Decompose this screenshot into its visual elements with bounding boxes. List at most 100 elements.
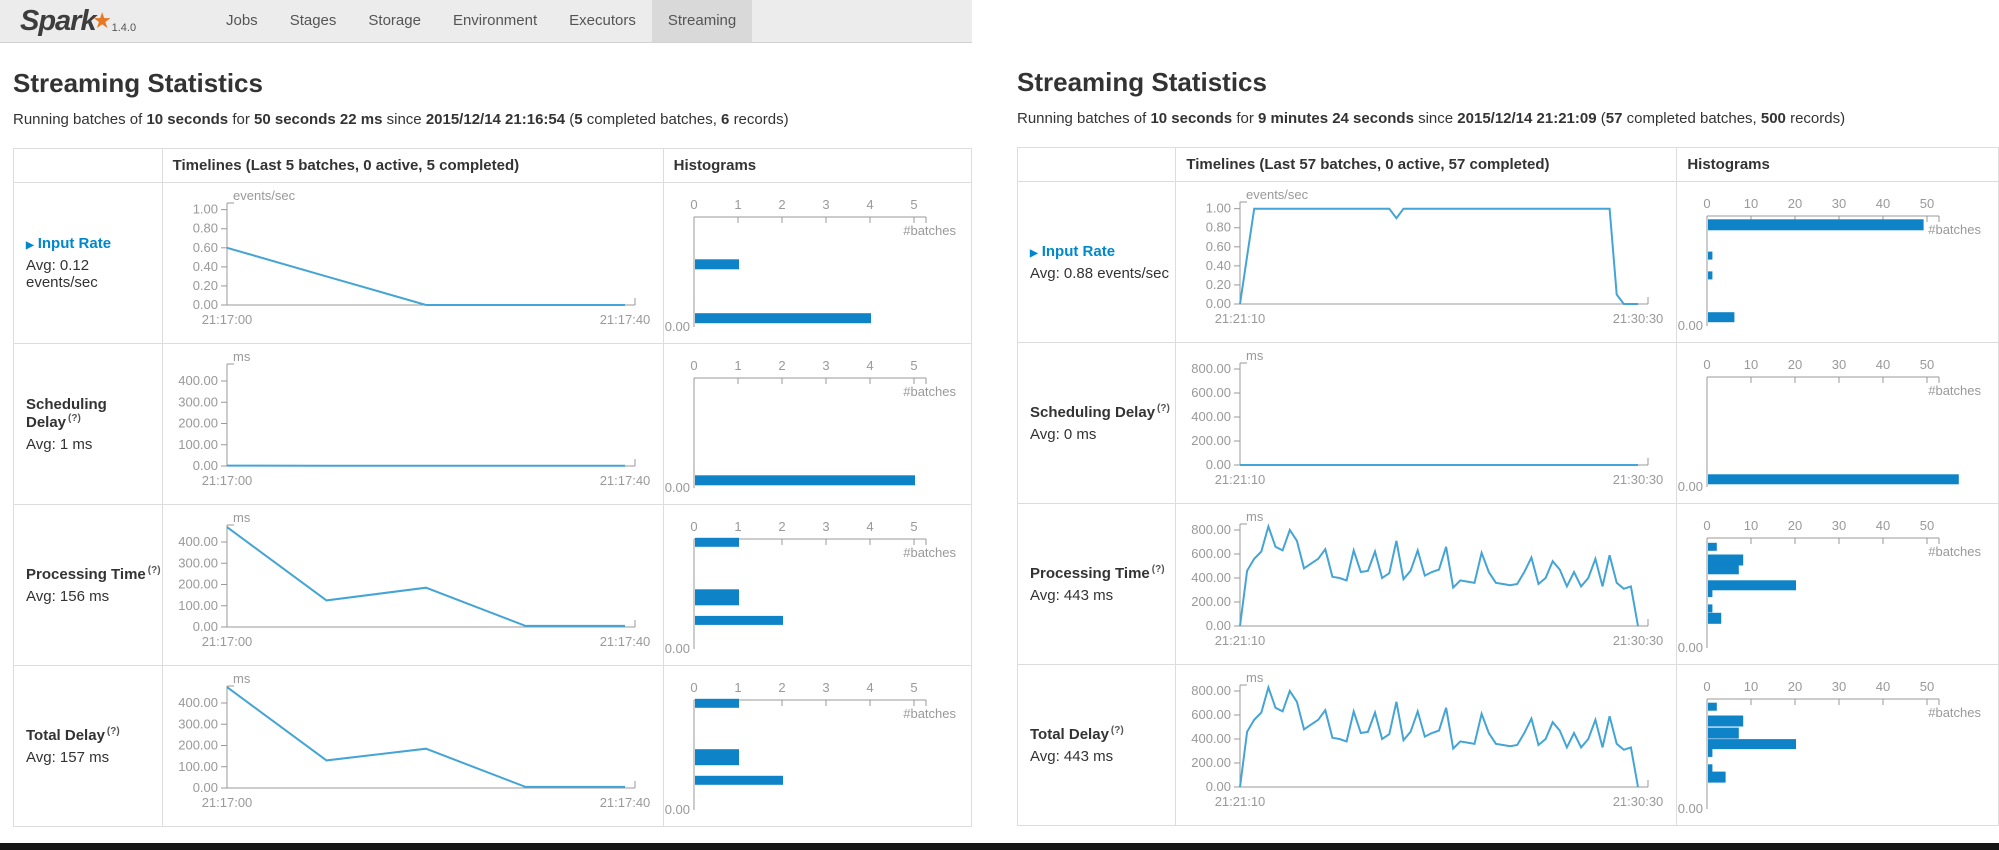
nav-tab-executors[interactable]: Executors [553,0,652,42]
nav-tab-stages[interactable]: Stages [274,0,353,42]
svg-text:0: 0 [690,519,697,534]
input-rate-toggle[interactable]: ▶ Input Rate [1030,243,1175,260]
scheduling-delay-avg: Avg: 0 ms [1030,426,1097,443]
svg-text:20: 20 [1788,679,1802,694]
scheduling-delay-avg: Avg: 1 ms [26,435,93,453]
svg-text:21:17:40: 21:17:40 [599,473,650,488]
svg-text:200.00: 200.00 [1192,433,1232,448]
svg-text:10: 10 [1744,357,1758,372]
svg-text:21:21:10: 21:21:10 [1215,311,1266,326]
svg-text:#batches: #batches [903,384,956,399]
svg-text:ms: ms [1246,348,1264,363]
help-icon[interactable]: (?) [1157,403,1170,414]
table-row-processing-time: Processing Time (?) Avg: 156 ms ms 400.00 3… [13,504,973,666]
header-histograms: Histograms [662,148,973,183]
svg-text:21:21:10: 21:21:10 [1215,633,1266,648]
scheduling-delay-histogram-chart: 0 10 20 30 40 50 #batches 0.00 [1677,347,1998,500]
navbar: Spark ★ 1.4.0 Jobs Stages Storage Enviro… [0,0,972,43]
svg-text:#batches: #batches [903,223,956,238]
total-delay-timeline-cell: ms 800.00 600.00 400.00 200.00 0.00 21:21:10 21… [1175,664,1678,826]
svg-text:0.00: 0.00 [1678,640,1703,655]
total-delay-histogram-chart: 0 10 20 30 40 50 #batches 0.00 [1677,669,1998,822]
svg-text:#batches: #batches [1929,705,1982,720]
streaming-stats-table: Timelines (Last 57 batches, 0 active, 57… [1016,147,1999,826]
scheduling-delay-timeline-chart: ms 400.00 300.00 200.00 100.00 0.00 21:17:00 21… [163,348,663,501]
svg-text:0.00: 0.00 [664,641,689,656]
nav-tab-storage[interactable]: Storage [352,0,437,42]
svg-text:400.00: 400.00 [1192,731,1232,746]
header-histograms: Histograms [1676,147,1999,182]
help-icon[interactable]: (?) [68,413,81,424]
input-rate-avg: Avg: 0.88 events/sec [1030,264,1169,282]
nav-tab-jobs[interactable]: Jobs [210,0,274,42]
processing-time-label-cell: Processing Time (?) Avg: 443 ms [1016,503,1177,665]
svg-text:0.00: 0.00 [1678,479,1703,494]
svg-text:0.60: 0.60 [1206,238,1231,253]
svg-text:600.00: 600.00 [1192,707,1232,722]
spark-version: 1.4.0 [111,22,137,34]
svg-text:100.00: 100.00 [178,597,218,612]
svg-text:ms: ms [233,671,251,686]
help-icon[interactable]: (?) [107,726,120,737]
input-rate-timeline-chart: events/sec 1.00 0.80 0.60 0.40 0.20 0.00 21:17:… [163,187,663,340]
svg-text:1: 1 [734,358,741,373]
scheduling-delay-label-cell: Scheduling Delay (?) Avg: 1 ms [13,343,163,505]
processing-time-timeline-cell: ms 400.00 300.00 200.00 100.00 0.00 21:17:00 21… [161,504,664,666]
spark-logo[interactable]: Spark ★ 1.4.0 [0,0,180,42]
svg-text:400.00: 400.00 [178,534,218,549]
svg-text:0: 0 [690,358,697,373]
screenshot-bottom-edge [0,843,1999,850]
help-icon[interactable]: (?) [1152,564,1165,575]
svg-text:3: 3 [822,519,829,534]
svg-text:0: 0 [1704,357,1711,372]
left-content: Streaming Statistics Running batches of … [0,68,973,827]
svg-text:21:17:40: 21:17:40 [599,312,650,327]
scheduling-delay-timeline-cell: ms 800.00 600.00 400.00 200.00 0.00 21:21:10 21… [1175,342,1678,504]
svg-text:0: 0 [690,680,697,695]
svg-text:400.00: 400.00 [1192,570,1232,585]
svg-text:40: 40 [1876,357,1890,372]
header-timelines: Timelines (Last 57 batches, 0 active, 57… [1175,147,1678,182]
streaming-stats-table: Timelines (Last 5 batches, 0 active, 5 c… [13,148,973,827]
help-icon[interactable]: (?) [1111,725,1124,736]
svg-text:events/sec: events/sec [1246,187,1309,202]
scheduling-delay-histogram-cell: 0 10 20 30 40 50 #batches 0.00 [1676,342,1999,504]
input-rate-timeline-cell: events/sec 1.00 0.80 0.60 0.40 0.20 0.00 21:17:… [161,182,664,344]
svg-text:30: 30 [1832,518,1846,533]
header-empty [1016,147,1177,182]
svg-text:200.00: 200.00 [1192,755,1232,770]
svg-text:2: 2 [778,519,785,534]
svg-text:5: 5 [910,519,917,534]
svg-text:0.00: 0.00 [1678,801,1703,816]
input-rate-histogram-chart: 0 10 20 30 40 50 #batches 0.00 [1677,186,1998,339]
help-icon[interactable]: (?) [148,565,161,576]
processing-time-timeline-cell: ms 800.00 600.00 400.00 200.00 0.00 21:21:10 21… [1175,503,1678,665]
total-delay-timeline-chart: ms 800.00 600.00 400.00 200.00 0.00 21:21:10 21… [1176,669,1676,822]
processing-time-avg: Avg: 443 ms [1030,587,1114,604]
svg-text:50: 50 [1920,518,1934,533]
input-rate-toggle[interactable]: ▶ Input Rate [26,235,162,252]
svg-text:10: 10 [1744,518,1758,533]
nav-tab-streaming[interactable]: Streaming [651,0,753,42]
total-delay-label-cell: Total Delay (?) Avg: 157 ms [13,665,163,827]
nav-tab-environment[interactable]: Environment [437,0,553,42]
status-line: Running batches of 10 seconds for 9 minu… [1017,110,1846,127]
table-row-input-rate: ▶ Input Rate Avg: 0.88 events/sec events/… [1016,181,1999,343]
svg-text:0.00: 0.00 [192,619,217,634]
header-empty [13,148,163,183]
total-delay-histogram-cell: 0 1 2 3 4 5 #batches 0.00 [662,665,973,827]
svg-text:0.00: 0.00 [192,458,217,473]
svg-text:0.20: 0.20 [1206,276,1231,291]
svg-text:20: 20 [1788,357,1802,372]
svg-text:1.00: 1.00 [1206,200,1231,215]
processing-time-timeline-chart: ms 400.00 300.00 200.00 100.00 0.00 21:17:00 21… [163,509,663,662]
svg-text:400.00: 400.00 [1192,409,1232,424]
svg-text:300.00: 300.00 [178,555,218,570]
total-delay-avg: Avg: 157 ms [26,749,110,766]
svg-text:21:17:00: 21:17:00 [201,795,252,810]
processing-time-label-cell: Processing Time (?) Avg: 156 ms [13,504,163,666]
svg-text:400.00: 400.00 [178,373,218,388]
total-delay-timeline-chart: ms 400.00 300.00 200.00 100.00 0.00 21:17:00 21… [163,670,663,823]
svg-text:0.00: 0.00 [664,319,689,334]
svg-text:0.40: 0.40 [1206,257,1231,272]
